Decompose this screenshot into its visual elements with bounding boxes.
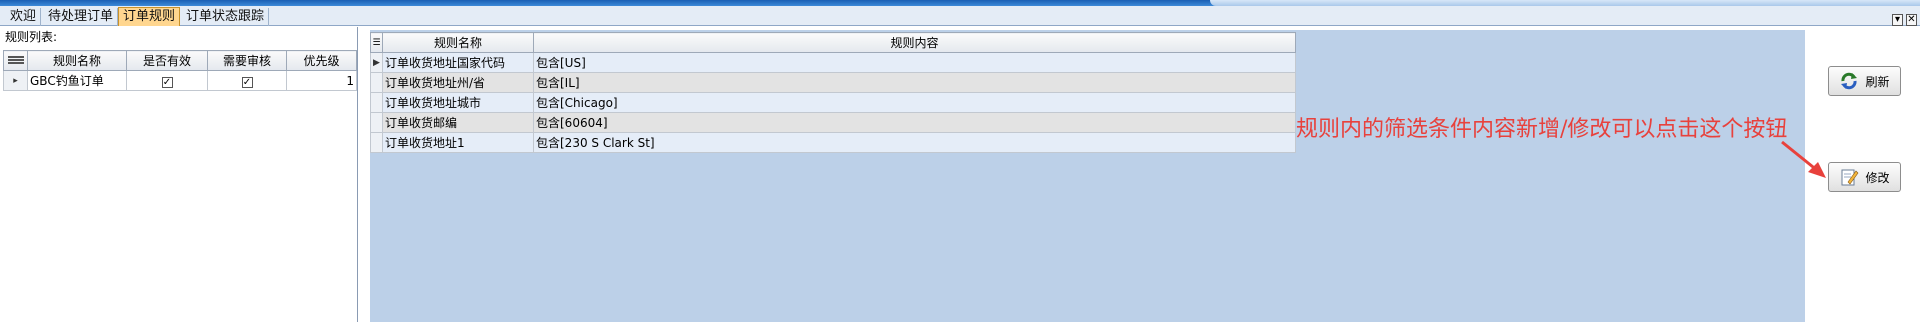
column-header-review[interactable]: 需要审核 xyxy=(207,50,287,71)
table-row[interactable]: 订单收货地址城市 包含[Chicago] xyxy=(370,92,1296,113)
tab-welcome[interactable]: 欢迎 xyxy=(6,8,42,26)
refresh-icon xyxy=(1841,72,1858,90)
cell-condition-content[interactable]: 包含[US] xyxy=(533,52,1296,73)
row-pointer-icon: ▸ xyxy=(3,70,28,91)
tab-order-rules[interactable]: 订单规则 xyxy=(118,7,181,26)
row-header xyxy=(370,132,383,153)
column-header-rule-name[interactable]: 规则名称 xyxy=(27,50,127,71)
column-header-valid[interactable]: 是否有效 xyxy=(126,50,208,71)
table-row[interactable]: 订单收货地址1 包含[230 S Clark St] xyxy=(370,132,1296,153)
valid-checkbox[interactable]: ✓ xyxy=(161,76,173,88)
tab-strip: 欢迎 待处理订单 订单规则 订单状态跟踪 ▾ ✕ xyxy=(0,6,1920,26)
edit-button[interactable]: 修改 xyxy=(1828,162,1901,192)
row-pointer-icon: ▶ xyxy=(370,52,383,73)
cell-condition-name[interactable]: 订单收货地址州/省 xyxy=(382,72,534,93)
row-header-corner xyxy=(3,50,28,71)
restore-icon[interactable]: ▾ xyxy=(1892,14,1903,26)
close-icon[interactable]: ✕ xyxy=(1906,14,1917,26)
edit-pencil-icon xyxy=(1841,169,1859,186)
edit-button-label: 修改 xyxy=(1865,170,1890,185)
cell-condition-name[interactable]: 订单收货邮编 xyxy=(382,112,534,133)
table-row[interactable]: ▸ GBC钓鱼订单 ✓ ✓ 1 xyxy=(3,70,357,91)
cell-valid[interactable]: ✓ xyxy=(126,70,208,91)
cell-condition-content[interactable]: 包含[IL] xyxy=(533,72,1296,93)
rule-conditions-area: ☰ 规则名称 规则内容 ▶ 订单收货地址国家代码 包含[US] 订单收货地址州/… xyxy=(370,30,1805,322)
column-header-priority[interactable]: 优先级 xyxy=(286,50,357,71)
cell-review[interactable]: ✓ xyxy=(207,70,287,91)
review-checkbox[interactable]: ✓ xyxy=(241,76,253,88)
cell-priority[interactable]: 1 xyxy=(286,70,357,91)
rule-list-table: 规则名称 是否有效 需要审核 优先级 ▸ GBC钓鱼订单 ✓ ✓ 1 xyxy=(3,50,357,91)
refresh-button[interactable]: 刷新 xyxy=(1828,66,1901,96)
annotation-text: 规则内的筛选条件内容新增/修改可以点击这个按钮 xyxy=(1296,117,1788,142)
column-header-condition-content[interactable]: 规则内容 xyxy=(533,32,1296,53)
column-header-condition-name[interactable]: 规则名称 xyxy=(382,32,534,53)
table-row[interactable]: 订单收货地址州/省 包含[IL] xyxy=(370,72,1296,93)
row-header xyxy=(370,112,383,133)
table-row[interactable]: 订单收货邮编 包含[60604] xyxy=(370,112,1296,133)
rule-list-panel: 规则列表: 规则名称 是否有效 需要审核 优先级 ▸ GBC钓鱼订单 ✓ ✓ 1 xyxy=(0,27,358,322)
grid-menu-icon: ☰ xyxy=(370,32,383,53)
cell-condition-content[interactable]: 包含[60604] xyxy=(533,112,1296,133)
rule-conditions-table: ☰ 规则名称 规则内容 ▶ 订单收货地址国家代码 包含[US] 订单收货地址州/… xyxy=(370,32,1296,153)
rule-list-title: 规则列表: xyxy=(5,30,58,44)
cell-condition-name[interactable]: 订单收货地址国家代码 xyxy=(382,52,534,73)
row-header xyxy=(370,72,383,93)
cell-rule-name[interactable]: GBC钓鱼订单 xyxy=(27,70,127,91)
cell-condition-name[interactable]: 订单收货地址1 xyxy=(382,132,534,153)
table-row[interactable]: ▶ 订单收货地址国家代码 包含[US] xyxy=(370,52,1296,73)
grid-menu-icon xyxy=(7,55,24,64)
annotation-arrow-icon xyxy=(1781,140,1826,178)
cell-condition-content[interactable]: 包含[230 S Clark St] xyxy=(533,132,1296,153)
refresh-button-label: 刷新 xyxy=(1865,74,1890,89)
tab-pending-orders[interactable]: 待处理订单 xyxy=(44,8,119,26)
cell-condition-name[interactable]: 订单收货地址城市 xyxy=(382,92,534,113)
cell-condition-content[interactable]: 包含[Chicago] xyxy=(533,92,1296,113)
tab-order-tracking[interactable]: 订单状态跟踪 xyxy=(182,8,270,26)
row-header xyxy=(370,92,383,113)
